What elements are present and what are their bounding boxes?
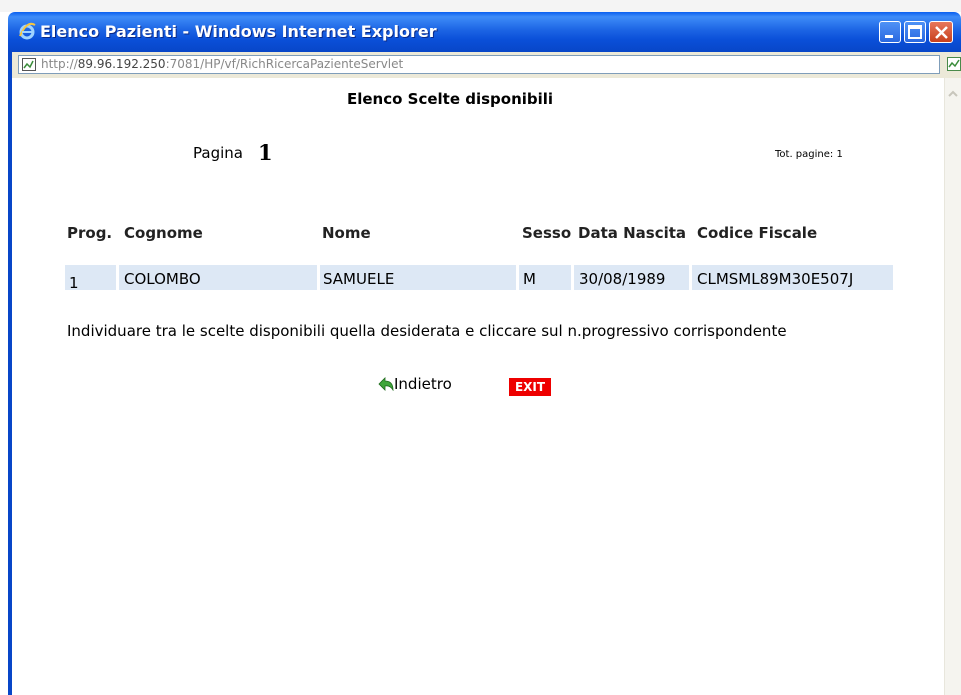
instructions-text: Individuare tra le scelte disponibili qu… xyxy=(67,322,787,340)
pagina-label: Pagina xyxy=(193,144,243,162)
total-pages: Tot. pagine: 1 xyxy=(775,149,843,160)
window-titlebar[interactable]: Elenco Pazienti - Windows Internet Explo… xyxy=(8,12,961,52)
minimize-icon xyxy=(885,35,893,38)
cell-sesso: M xyxy=(523,270,536,288)
address-bar: http://89.96.192.250:7081/HP/vf/RichRice… xyxy=(8,52,961,78)
col-header-nome: Nome xyxy=(322,224,371,242)
url-field[interactable]: http://89.96.192.250:7081/HP/vf/RichRice… xyxy=(18,55,940,74)
page-content xyxy=(12,78,944,695)
close-button[interactable] xyxy=(929,21,953,43)
col-header-prog: Prog. xyxy=(67,224,113,242)
row-prog-link[interactable]: 1 xyxy=(69,274,79,292)
cell-nome: SAMUELE xyxy=(323,270,395,288)
minimize-button[interactable] xyxy=(879,21,901,43)
cell-codice-fiscale: CLMSML89M30E507J xyxy=(697,270,854,288)
col-header-sesso: Sesso xyxy=(522,224,572,242)
col-header-data-nascita: Data Nascita xyxy=(578,224,687,242)
maximize-icon xyxy=(908,25,922,39)
url-text: http://89.96.192.250:7081/HP/vf/RichRice… xyxy=(41,57,404,71)
back-link[interactable]: Indietro xyxy=(378,375,452,393)
vertical-scrollbar[interactable] xyxy=(944,78,961,695)
pagina-number: 1 xyxy=(258,140,273,165)
exit-button[interactable]: EXIT xyxy=(509,378,551,396)
back-label: Indietro xyxy=(394,375,452,393)
col-header-codice-fiscale: Codice Fiscale xyxy=(697,224,818,242)
compat-view-icon[interactable] xyxy=(946,56,961,72)
page-heading: Elenco Scelte disponibili xyxy=(347,90,554,108)
page-icon xyxy=(22,58,36,71)
back-arrow-icon xyxy=(378,377,394,391)
scroll-up-icon[interactable] xyxy=(945,86,961,102)
window-title: Elenco Pazienti - Windows Internet Explo… xyxy=(40,22,437,41)
cell-data-nascita: 30/08/1989 xyxy=(579,270,666,288)
close-icon xyxy=(935,26,948,39)
ie-logo-icon xyxy=(19,22,36,40)
col-header-cognome: Cognome xyxy=(124,224,203,242)
cell-cognome: COLOMBO xyxy=(124,270,201,288)
background-strip xyxy=(0,0,961,12)
maximize-button[interactable] xyxy=(904,21,926,43)
